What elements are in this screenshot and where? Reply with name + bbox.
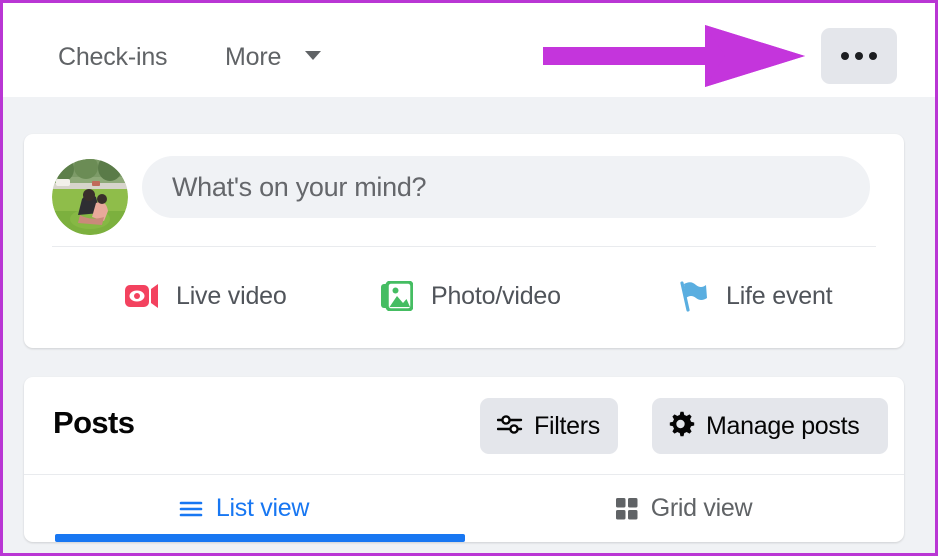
avatar-photo [52,159,128,235]
filters-button[interactable]: Filters [480,398,618,454]
grid-icon [615,497,638,520]
sliders-icon [496,413,523,440]
annotation-arrow-icon [543,25,805,87]
composer-action-photo-video[interactable]: Photo/video [377,260,561,332]
posts-card: Posts Filters Manage posts List view Gri… [24,377,904,542]
composer-action-life-event[interactable]: Life event [672,260,833,332]
nav-item-check-ins[interactable]: Check-ins [58,43,168,72]
life-event-flag-icon [672,276,712,316]
composer-action-row: Live video Photo/video Life event [52,260,876,332]
three-dots-icon-dot [869,52,877,60]
composer-action-label: Life event [726,281,833,310]
tab-grid-view[interactable]: Grid view [464,475,904,542]
filters-button-label: Filters [534,411,600,440]
more-options-button[interactable] [821,28,897,84]
tab-grid-view-label: Grid view [650,494,753,522]
tab-list-view-label: List view [215,494,310,522]
composer-placeholder: What's on your mind? [172,171,427,202]
nav-item-more[interactable]: More [225,43,281,72]
post-composer-card: What's on your mind? Live video Photo/vi… [24,134,904,348]
composer-action-live-video[interactable]: Live video [122,260,287,332]
avatar[interactable] [52,159,128,235]
composer-action-label: Photo/video [431,281,561,310]
three-dots-icon-dot [841,52,849,60]
active-tab-underline [55,534,465,542]
view-tabs: List view Grid view [24,475,904,542]
composer-divider [52,246,876,247]
composer-input[interactable]: What's on your mind? [142,156,870,218]
screenshot-frame: Check-ins More What's on your mind? Live… [0,0,938,556]
top-navigation-bar: Check-ins More [3,3,935,97]
manage-posts-button-label: Manage posts [706,411,860,440]
photo-video-icon [377,276,417,316]
page-title: Posts [53,405,135,440]
chevron-down-icon[interactable] [305,51,321,60]
tab-list-view[interactable]: List view [24,475,465,542]
three-dots-icon-dot [855,52,863,60]
manage-posts-button[interactable]: Manage posts [652,398,888,454]
list-icon [179,499,203,519]
gear-icon [669,411,695,442]
live-video-icon [122,276,162,316]
composer-action-label: Live video [176,281,287,310]
posts-header: Posts Filters Manage posts [24,377,904,474]
